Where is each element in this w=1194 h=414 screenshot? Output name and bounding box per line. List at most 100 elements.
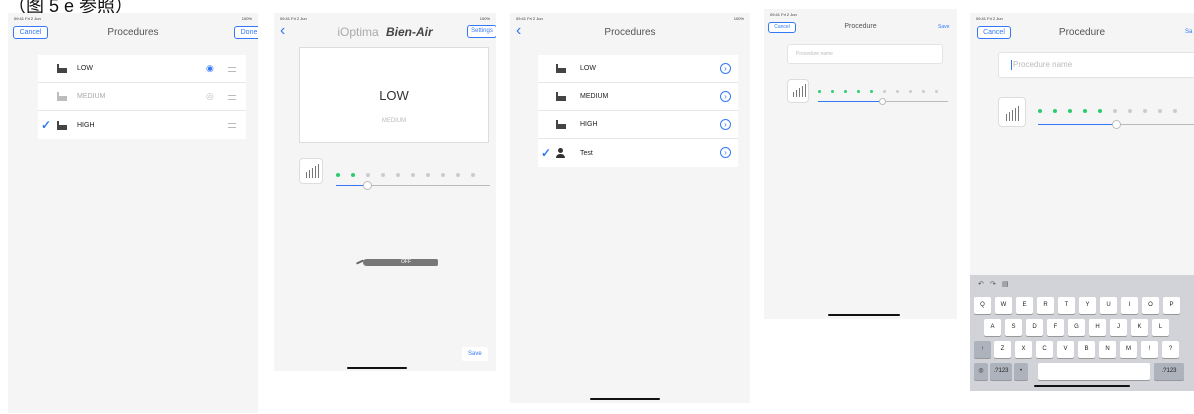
key-u[interactable]: U [1100, 297, 1117, 314]
key-y[interactable]: Y [1079, 297, 1096, 314]
eye-off-icon[interactable]: ◎ [206, 91, 214, 102]
status-time: 09:41 Fri 2 Jun [516, 16, 543, 21]
level-dot [1098, 109, 1102, 113]
key-d[interactable]: D [1026, 319, 1043, 336]
list-item[interactable]: HIGH › [538, 111, 738, 139]
save-button[interactable]: Sa [1185, 29, 1192, 35]
key-s[interactable]: S [1005, 319, 1022, 336]
irrigation-level-icon [787, 79, 809, 103]
key-f[interactable]: F [1047, 319, 1064, 336]
globe-key[interactable]: ◎ [974, 363, 988, 380]
procedure-name-input[interactable]: Procedure name [998, 52, 1194, 78]
app-title: iOptima Bien-Air [274, 25, 496, 39]
input-placeholder: Procedure name [1013, 60, 1073, 69]
screen-procedures-list: 09:41 Fri 2 Jun 100% ‹ Procedures LOW › … [510, 13, 750, 403]
key-punct[interactable]: ! [1141, 341, 1158, 358]
list-item[interactable]: ✓ Test › [538, 139, 738, 167]
chevron-right-icon[interactable]: › [720, 119, 731, 130]
key-v[interactable]: V [1057, 341, 1074, 358]
level-dot [456, 173, 460, 177]
key-h[interactable]: H [1089, 319, 1106, 336]
redo-icon[interactable]: ↷ [990, 280, 996, 288]
list-item-label: HIGH [580, 121, 598, 128]
dictation-key[interactable]: • [1014, 363, 1028, 380]
done-button[interactable]: Done [234, 26, 258, 39]
home-indicator [347, 367, 407, 369]
factory-icon [556, 92, 566, 101]
level-dot [1128, 109, 1132, 113]
level-dot [1143, 109, 1147, 113]
paste-icon[interactable]: ▤ [1002, 280, 1009, 288]
key-p[interactable]: P [1163, 297, 1180, 314]
key-i[interactable]: I [1121, 297, 1138, 314]
key-o[interactable]: O [1142, 297, 1159, 314]
reorder-handle-icon[interactable] [228, 95, 236, 100]
level-slider-thumb[interactable] [879, 98, 886, 105]
procedure-display[interactable]: LOW MEDIUM [299, 47, 489, 143]
chevron-right-icon[interactable]: › [720, 63, 731, 74]
save-button[interactable]: Save [462, 347, 488, 361]
level-dot [909, 90, 912, 93]
level-dot [471, 173, 475, 177]
level-dot [1158, 109, 1162, 113]
page-title: Procedure [1058, 27, 1106, 38]
list-item[interactable]: LOW ◉ [38, 55, 246, 83]
list-item[interactable]: ✓ HIGH [38, 111, 246, 139]
procedure-list: LOW › MEDIUM › HIGH › ✓ Test › [538, 55, 738, 167]
key-punct[interactable]: ? [1162, 341, 1179, 358]
level-dot [351, 173, 355, 177]
key-n[interactable]: N [1099, 341, 1116, 358]
procedure-name-input[interactable]: Procedure name [787, 44, 943, 64]
key-a[interactable]: A [984, 319, 1001, 336]
chevron-right-icon[interactable]: › [720, 147, 731, 158]
reorder-handle-icon[interactable] [228, 123, 236, 128]
key-g[interactable]: G [1068, 319, 1085, 336]
key-z[interactable]: Z [994, 341, 1011, 358]
screen-procedure-keyboard: 09:41 Fri 2 Jun Cancel Procedure Sa Proc… [970, 13, 1194, 391]
level-slider[interactable] [818, 98, 948, 105]
eye-icon[interactable]: ◉ [206, 63, 214, 74]
status-battery: 100% [241, 16, 252, 21]
key-b[interactable]: B [1078, 341, 1095, 358]
list-item-label: LOW [580, 65, 596, 72]
status-bar: 09:41 Fri 2 Jun 100% [516, 16, 744, 21]
level-slider-thumb[interactable] [363, 181, 372, 190]
key-j[interactable]: J [1110, 319, 1127, 336]
key-k[interactable]: K [1131, 319, 1148, 336]
handpiece-icon: OFF [355, 255, 440, 269]
list-item[interactable]: MEDIUM ◎ [38, 83, 246, 111]
status-bar: 09:41 Fri 2 Jun [976, 16, 1188, 21]
level-slider-thumb[interactable] [1112, 120, 1121, 129]
status-time: 09:41 Fri 2 Jun [280, 16, 307, 21]
key-q[interactable]: Q [974, 297, 991, 314]
level-slider[interactable] [1038, 120, 1194, 129]
key-x[interactable]: X [1015, 341, 1032, 358]
settings-button[interactable]: Settings [467, 25, 496, 38]
key-t[interactable]: T [1058, 297, 1075, 314]
shift-key[interactable]: ↑ [974, 341, 991, 358]
undo-icon[interactable]: ↶ [978, 280, 984, 288]
space-key[interactable] [1038, 363, 1150, 380]
reorder-handle-icon[interactable] [228, 67, 236, 72]
level-dots [1038, 109, 1188, 113]
level-dots [336, 173, 486, 177]
list-item[interactable]: LOW › [538, 55, 738, 83]
level-dot [1173, 109, 1177, 113]
numbers-key[interactable]: .?123 [990, 363, 1012, 380]
key-l[interactable]: L [1152, 319, 1169, 336]
key-c[interactable]: C [1036, 341, 1053, 358]
key-r[interactable]: R [1037, 297, 1054, 314]
key-w[interactable]: W [995, 297, 1012, 314]
list-item[interactable]: MEDIUM › [538, 83, 738, 111]
save-button[interactable]: Save [938, 24, 949, 30]
key-m[interactable]: M [1120, 341, 1137, 358]
user-icon [556, 148, 566, 158]
numbers-key-right[interactable]: .?123 [1154, 363, 1184, 380]
level-slider-fill [818, 101, 883, 102]
text-cursor [1011, 59, 1012, 70]
status-time: 09:41 Fri 2 Jun [770, 12, 797, 17]
chevron-right-icon[interactable]: › [720, 91, 731, 102]
list-item-label: HIGH [77, 121, 95, 129]
key-e[interactable]: E [1016, 297, 1033, 314]
level-slider[interactable] [336, 181, 490, 190]
